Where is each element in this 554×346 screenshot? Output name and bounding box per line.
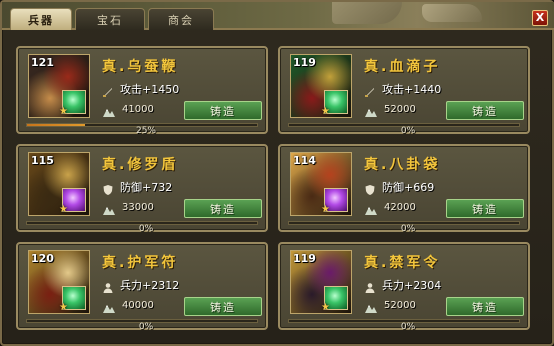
cost-row: 40000 [102,299,154,313]
forge-cost: 42000 [384,201,416,213]
item-level: 115 [31,154,54,167]
item-grid: 121 ★ 真.乌蚕鞭 攻击+1450 41000 铸造 25% 119 ★ 真… [16,46,542,334]
cost-row: 41000 [102,103,154,117]
item-name: 真.护军符 [102,255,179,271]
item-level: 120 [31,252,54,265]
stat-row: 防御+669 [364,179,434,195]
forge-cost: 33000 [122,201,154,213]
forge-item-card: 121 ★ 真.乌蚕鞭 攻击+1450 41000 铸造 25% [16,46,268,136]
scenery-decoration [422,4,482,22]
ore-icon [102,201,116,215]
star-icon: ★ [59,106,68,117]
tab-guild[interactable]: 商会 [148,8,214,30]
star-icon: ★ [59,204,68,215]
item-name: 真.乌蚕鞭 [102,59,179,75]
cost-row: 42000 [364,201,416,215]
item-name: 真.八卦袋 [364,157,441,173]
forge-item-card: 119 ★ 真.禁军令 兵力+2304 52000 铸造 0% [278,242,530,332]
forge-progress-text: 0% [400,224,416,234]
item-thumbnail[interactable]: 119 ★ [290,54,352,118]
cost-row: 52000 [364,299,416,313]
forge-button[interactable]: 铸造 [446,297,524,316]
forge-button[interactable]: 铸造 [446,199,524,218]
forge-item-card: 115 ★ 真.修罗盾 防御+732 33000 铸造 0% [16,144,268,234]
forge-progress-text: 0% [400,322,416,332]
tab-bar: 兵器 宝石 商会 [10,8,214,30]
forge-cost: 52000 [384,299,416,311]
forge-item-card: 120 ★ 真.护军符 兵力+2312 40000 铸造 0% [16,242,268,332]
forge-cost: 52000 [384,103,416,115]
star-icon: ★ [59,302,68,313]
sword-icon [102,83,114,97]
forge-progress-text: 25% [135,126,156,136]
ore-icon [364,299,378,313]
item-level: 121 [31,56,54,69]
item-thumbnail[interactable]: 120 ★ [28,250,90,314]
item-thumbnail[interactable]: 114 ★ [290,152,352,216]
gem-icon: ★ [59,90,86,117]
item-level: 114 [293,154,316,167]
sword-icon [364,83,376,97]
forge-cost: 40000 [122,299,154,311]
item-thumbnail[interactable]: 115 ★ [28,152,90,216]
forge-progress-fill [27,124,85,126]
ore-icon [102,103,116,117]
stat-row: 攻击+1450 [102,81,179,97]
item-stat: 攻击+1450 [120,83,180,96]
star-icon: ★ [321,204,330,215]
forge-button[interactable]: 铸造 [184,199,262,218]
close-button[interactable]: X [532,10,548,26]
troop-icon [102,279,114,293]
shield-icon [102,181,114,195]
cost-row: 52000 [364,103,416,117]
item-stat: 攻击+1440 [382,83,442,96]
forge-progress-text: 0% [138,322,154,332]
troop-icon [364,279,376,293]
cost-row: 33000 [102,201,154,215]
stat-row: 防御+732 [102,179,172,195]
ore-icon [364,201,378,215]
gem-icon: ★ [321,90,348,117]
stat-row: 攻击+1440 [364,81,441,97]
scenery-decoration [332,2,402,24]
gem-icon: ★ [321,286,348,313]
star-icon: ★ [321,106,330,117]
ore-icon [364,103,378,117]
forge-item-card: 114 ★ 真.八卦袋 防御+669 42000 铸造 0% [278,144,530,234]
forge-progress-text: 0% [400,126,416,136]
item-thumbnail[interactable]: 121 ★ [28,54,90,118]
gem-icon: ★ [59,188,86,215]
tab-weapons[interactable]: 兵器 [10,8,72,30]
forge-progress-text: 0% [138,224,154,234]
item-stat: 兵力+2304 [382,279,442,292]
forge-button[interactable]: 铸造 [446,101,524,120]
item-stat: 防御+732 [120,181,173,194]
stat-row: 兵力+2304 [364,277,441,293]
item-thumbnail[interactable]: 119 ★ [290,250,352,314]
tab-gems[interactable]: 宝石 [75,8,145,30]
item-name: 真.修罗盾 [102,157,179,173]
forge-window: 兵器 宝石 商会 X 121 ★ 真.乌蚕鞭 攻击+1450 41000 铸造 [0,0,554,346]
stat-row: 兵力+2312 [102,277,179,293]
item-stat: 防御+669 [382,181,435,194]
item-name: 真.禁军令 [364,255,441,271]
gem-icon: ★ [321,188,348,215]
star-icon: ★ [321,302,330,313]
item-level: 119 [293,56,316,69]
forge-button[interactable]: 铸造 [184,297,262,316]
forge-button[interactable]: 铸造 [184,101,262,120]
item-name: 真.血滴子 [364,59,441,75]
item-level: 119 [293,252,316,265]
forge-item-card: 119 ★ 真.血滴子 攻击+1440 52000 铸造 0% [278,46,530,136]
ore-icon [102,299,116,313]
gem-icon: ★ [59,286,86,313]
shield-icon [364,181,376,195]
item-stat: 兵力+2312 [120,279,180,292]
forge-cost: 41000 [122,103,154,115]
